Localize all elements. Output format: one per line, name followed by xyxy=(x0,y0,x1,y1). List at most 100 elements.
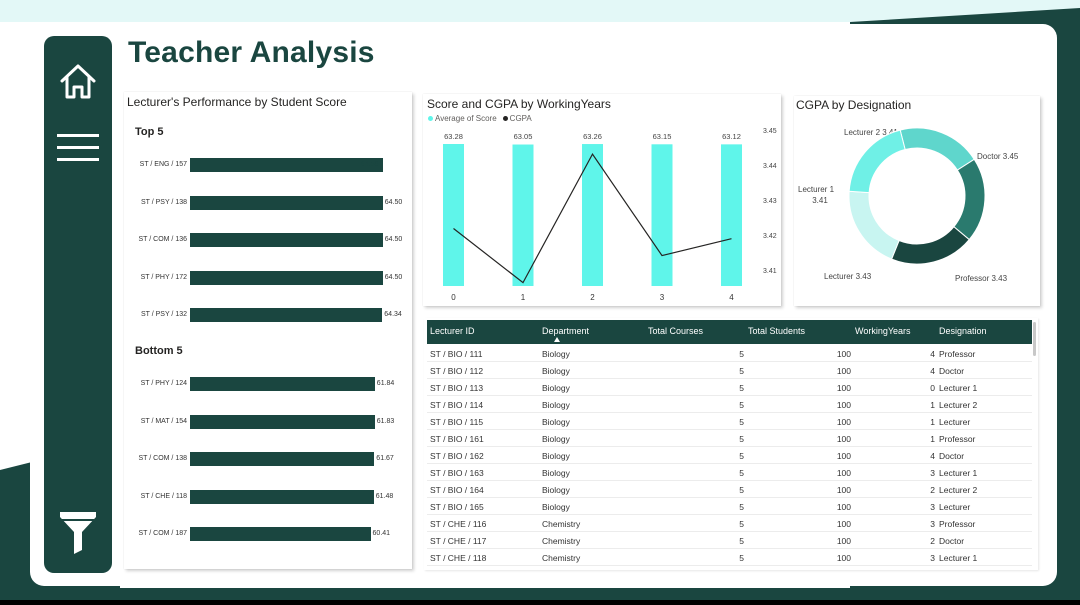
bottom-bar-label: ST / COM / 187 xyxy=(138,530,188,538)
table-row[interactable]: ST / BIO / 164 Biology 5 100 2 Lecturer 2 xyxy=(427,481,1032,498)
table-cell: Lecturer xyxy=(939,502,971,512)
score-bar[interactable] xyxy=(651,144,673,286)
bottom-bar-value: 61.48 xyxy=(375,492,394,500)
table-row[interactable]: ST / CHE / 118 Chemistry 5 100 3 Lecturer 1 xyxy=(427,549,1032,566)
col-total-students[interactable]: Total Students xyxy=(748,326,805,336)
table-row[interactable]: ST / BIO / 162 Biology 5 100 4 Doctor xyxy=(427,447,1032,464)
bottom-bar-label: ST / PHY / 124 xyxy=(140,380,187,387)
table-cell: 5 xyxy=(739,502,744,512)
table-row[interactable]: ST / CHE / 117 Chemistry 5 100 2 Doctor xyxy=(427,532,1032,549)
table-row[interactable]: ST / BIO / 112 Biology 5 100 4 Doctor xyxy=(427,362,1032,379)
table-cell: ST / BIO / 112 xyxy=(430,366,484,376)
score-bar[interactable] xyxy=(512,144,534,286)
bottom-bar[interactable] xyxy=(190,452,375,467)
table-cell: 3 xyxy=(930,468,935,478)
top-bar[interactable] xyxy=(190,233,383,248)
bottom-bar-label: ST / COM / 138 xyxy=(138,455,188,463)
table-cell: 5 xyxy=(739,366,744,376)
top-bar[interactable] xyxy=(190,195,383,210)
col-department[interactable]: Department xyxy=(542,326,589,336)
donut-label: Doctor 3.45 xyxy=(977,152,1019,161)
x-tick-label: 2 xyxy=(590,293,595,302)
table-cell: 5 xyxy=(739,451,744,461)
top-bar-value: 64.34 xyxy=(384,311,402,319)
table-cell: Professor xyxy=(939,434,976,444)
home-icon xyxy=(60,64,96,99)
top-bar[interactable] xyxy=(190,270,383,285)
table-cell: Doctor xyxy=(939,451,965,461)
col-total-courses[interactable]: Total Courses xyxy=(648,326,703,336)
legend-score: Average of Score xyxy=(428,114,497,123)
table-cell: 100 xyxy=(836,417,851,427)
top-bar[interactable] xyxy=(190,158,383,172)
table-cell: ST / BIO / 115 xyxy=(430,417,484,427)
table-scrollbar[interactable] xyxy=(1033,322,1036,356)
table-cell: Biology xyxy=(542,400,570,410)
table-row[interactable]: ST / BIO / 161 Biology 5 100 1 Professor xyxy=(427,430,1032,447)
score-bar[interactable] xyxy=(443,144,464,286)
table-row[interactable]: ST / BIO / 165 Biology 5 100 3 Lecturer xyxy=(427,498,1032,515)
table-row[interactable]: ST / CHE / 116 Chemistry 5 100 3 Professor xyxy=(427,515,1032,532)
table-cell: Lecturer 1 xyxy=(939,468,978,478)
top-bar[interactable] xyxy=(190,308,383,323)
table-cell: 3 xyxy=(930,553,935,563)
top-bar-value: 64.50 xyxy=(384,273,403,281)
table-cell: Doctor xyxy=(939,536,965,546)
table-cell: 2 xyxy=(930,485,935,495)
table-cell: Biology xyxy=(542,434,570,444)
table-cell: ST / BIO / 161 xyxy=(430,434,484,444)
table-cell: 1 xyxy=(930,400,935,410)
table-cell: 5 xyxy=(739,349,744,359)
donut-label: Lecturer 1 xyxy=(798,185,835,194)
table-cell: Chemistry xyxy=(542,553,581,563)
menu-button[interactable] xyxy=(44,130,112,166)
top-bar-value: 64.50 xyxy=(384,198,403,206)
table-cell: 100 xyxy=(836,434,851,444)
x-tick-label: 0 xyxy=(451,293,456,302)
donut-slice[interactable] xyxy=(848,190,900,260)
col-designation[interactable]: Designation xyxy=(939,326,987,336)
table-row[interactable]: ST / BIO / 115 Biology 5 100 1 Lecturer xyxy=(427,413,1032,430)
table-row[interactable]: ST / BIO / 163 Biology 5 100 3 Lecturer 1 xyxy=(427,464,1032,481)
donut-slice[interactable] xyxy=(848,129,906,194)
table-cell: Biology xyxy=(542,383,570,393)
score-bar-label: 63.05 xyxy=(514,132,533,141)
table-cell: Professor xyxy=(939,519,976,529)
table-cell: 4 xyxy=(930,451,935,461)
donut-slice[interactable] xyxy=(953,158,986,241)
table-cell: 5 xyxy=(739,468,744,478)
cgpa-designation-title: CGPA by Designation xyxy=(796,98,912,112)
score-cgpa-chart: 63.28 0 63.05 1 63.26 2 63.15 3 63.12 4 3.45 3.44 3.… xyxy=(443,128,777,302)
y2-tick-label: 3.43 xyxy=(763,198,777,205)
bottom-bar[interactable] xyxy=(190,527,371,542)
score-bar-label: 63.15 xyxy=(653,132,672,141)
table-cell: Biology xyxy=(542,451,570,461)
table-cell: Chemistry xyxy=(542,519,581,529)
col-lecturer-id[interactable]: Lecturer ID xyxy=(430,326,475,336)
bottom-bar[interactable] xyxy=(190,489,374,504)
col-working-years[interactable]: WorkingYears xyxy=(855,326,911,336)
donut-slice[interactable] xyxy=(899,127,975,171)
bottom-bar-value: 61.83 xyxy=(376,417,395,425)
table-cell: ST / CHE / 116 xyxy=(430,519,487,529)
table-cell: 100 xyxy=(836,502,851,512)
filter-button[interactable] xyxy=(44,508,112,556)
table-row[interactable]: ST / BIO / 114 Biology 5 100 1 Lecturer 2 xyxy=(427,396,1032,413)
score-cgpa-legend: Average of Score CGPA xyxy=(428,114,532,123)
table-cell: 5 xyxy=(739,536,744,546)
bottom-bar[interactable] xyxy=(190,377,375,391)
bottom-bar[interactable] xyxy=(190,414,375,429)
score-bar[interactable] xyxy=(721,144,742,286)
table-cell: Professor xyxy=(939,349,976,359)
bottom-bar-value: 60.41 xyxy=(372,530,391,538)
table-cell: Lecturer 1 xyxy=(939,553,978,563)
legend-cgpa: CGPA xyxy=(502,114,532,123)
donut-slice[interactable] xyxy=(890,226,970,265)
x-tick-label: 4 xyxy=(729,293,734,302)
table-cell: 100 xyxy=(836,383,851,393)
table-row[interactable]: ST / BIO / 111 Biology 5 100 4 Professor xyxy=(427,345,1032,362)
table-row[interactable]: ST / BIO / 113 Biology 5 100 0 Lecturer 1 xyxy=(427,379,1032,396)
top-bar-label: ST / PHY / 172 xyxy=(140,273,187,281)
home-button[interactable] xyxy=(44,60,112,102)
filter-icon xyxy=(60,512,96,554)
